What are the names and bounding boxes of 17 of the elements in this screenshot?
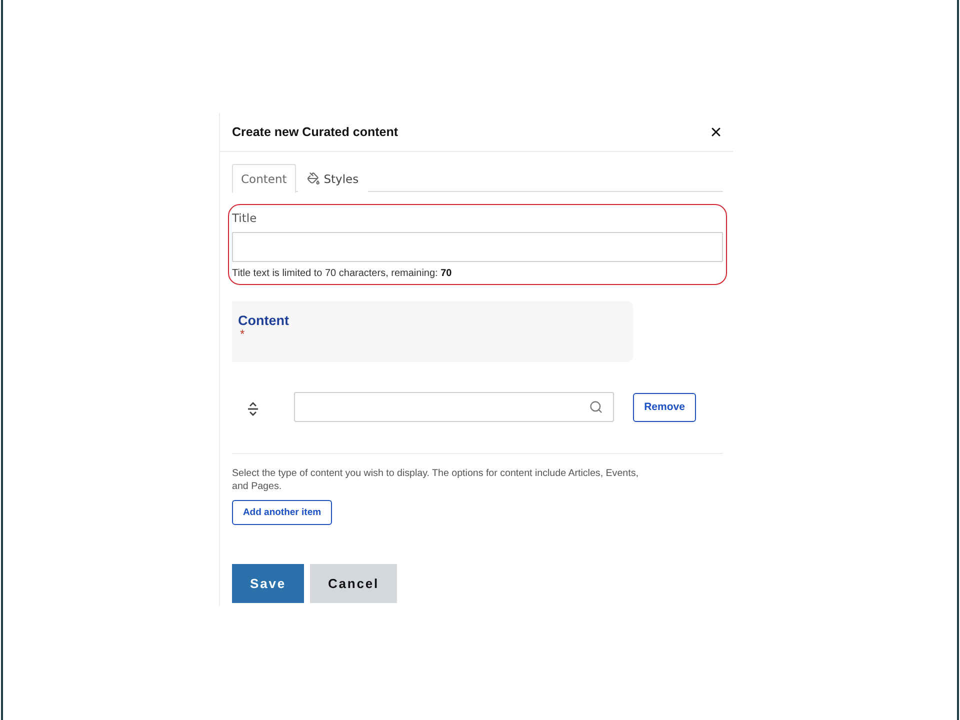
tab[interactable]: Content	[232, 164, 296, 193]
add-item-button[interactable]: Add another item	[232, 500, 332, 525]
field-label: Title	[232, 211, 258, 225]
search-icon	[589, 400, 603, 414]
close-icon[interactable]	[709, 125, 723, 139]
section-heading: Content	[238, 313, 289, 328]
paint-bucket-icon	[306, 172, 320, 185]
description-text: Select the type of content you wish to display. The options for content include Articles, Events, and Pages.	[232, 467, 640, 493]
title-input-field[interactable]	[232, 232, 723, 262]
remove-button[interactable]: Remove	[633, 392, 696, 422]
drag-handle-icon[interactable]	[247, 402, 259, 416]
required-mark: *	[240, 328, 245, 340]
dialog-title: Create new Curated content	[232, 125, 398, 139]
save-button[interactable]: Save	[232, 564, 304, 603]
cancel-button[interactable]: Cancel	[310, 564, 397, 603]
search-field[interactable]	[294, 392, 614, 422]
help-text: Title text is limited to 70 characters, remaining: 70	[232, 268, 453, 279]
